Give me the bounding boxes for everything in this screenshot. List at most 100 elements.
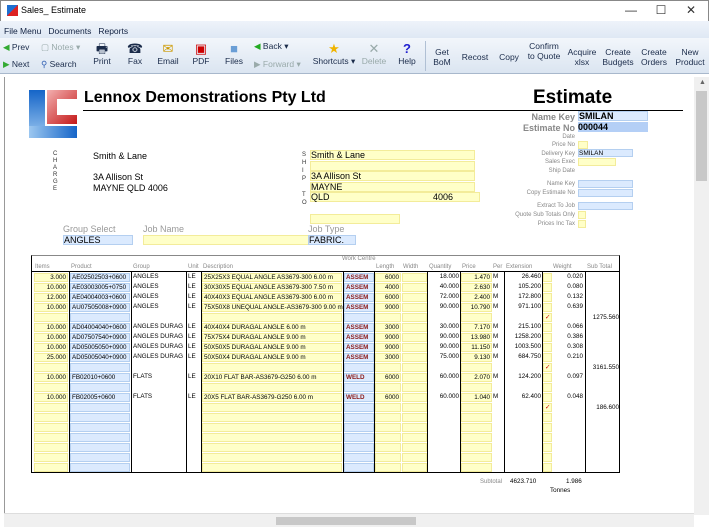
row-checkbox[interactable] — [543, 323, 552, 332]
cell-wc[interactable]: ASSEM — [344, 323, 374, 332]
row-checkbox[interactable] — [543, 373, 552, 382]
cell-items[interactable] — [34, 363, 68, 372]
cell-desc[interactable]: 50X50X5 DURAGAL ANGLE 9.00 m — [202, 343, 342, 352]
ship-line2-field[interactable] — [310, 161, 475, 171]
cell-desc[interactable] — [202, 443, 342, 452]
cell-price[interactable] — [461, 363, 492, 372]
back-button[interactable]: ◀ Back ▾ — [254, 41, 288, 51]
create-orders-button[interactable]: Create Orders — [637, 47, 671, 67]
cell-items[interactable] — [34, 313, 68, 322]
cell-items[interactable]: 10.000 — [34, 373, 68, 382]
row-checkbox[interactable] — [543, 413, 552, 422]
cell-width[interactable] — [402, 303, 427, 312]
cell-items[interactable] — [34, 423, 68, 432]
cell-wc[interactable] — [344, 463, 374, 472]
close-button[interactable]: ✕ — [676, 3, 706, 17]
cell-product[interactable]: FB02010+0600 — [70, 373, 130, 382]
scroll-up-icon[interactable]: ▲ — [699, 79, 706, 86]
cell-desc[interactable] — [202, 423, 342, 432]
cell-desc[interactable] — [202, 413, 342, 422]
prices-inc-tax-checkbox[interactable] — [578, 220, 586, 228]
copy-estimate-field[interactable] — [578, 189, 633, 197]
ship-state-field[interactable]: QLD 4006 — [310, 192, 480, 202]
cell-wc[interactable] — [344, 363, 374, 372]
cell-wc[interactable]: ASSEM — [344, 353, 374, 362]
row-checkbox[interactable] — [543, 333, 552, 342]
cell-length[interactable] — [375, 363, 401, 372]
cell-length[interactable]: 3000 — [375, 353, 401, 362]
menu-file[interactable]: File Menu — [4, 26, 41, 36]
cell-wc[interactable]: ASSEM — [344, 293, 374, 302]
cell-desc[interactable]: 25X25X3 EQUAL ANGLE AS3679-300 6.00 m — [202, 273, 342, 282]
cell-wc[interactable] — [344, 413, 374, 422]
ship-name-field[interactable]: Smith & Lane — [310, 150, 475, 160]
cell-items[interactable] — [34, 453, 68, 462]
pdf-button[interactable]: ▣ PDF — [190, 41, 212, 66]
cell-items[interactable]: 3.000 — [34, 273, 68, 282]
cell-product[interactable] — [70, 413, 130, 422]
cell-length[interactable] — [375, 403, 401, 412]
cell-price[interactable]: 1.040 — [461, 393, 492, 402]
row-checkbox[interactable] — [543, 283, 552, 292]
print-button[interactable]: 🖶 Print — [90, 41, 114, 66]
cell-product[interactable]: AE02502503+0600 — [70, 273, 130, 282]
cell-items[interactable]: 10.000 — [34, 343, 68, 352]
cell-length[interactable] — [375, 423, 401, 432]
cell-wc[interactable] — [344, 403, 374, 412]
cell-product[interactable]: AE03003005+0750 — [70, 283, 130, 292]
files-button[interactable]: ■ Files — [222, 41, 246, 66]
cell-desc[interactable]: 75X50X8 UNEQUAL ANGLE-AS3679-300 9.00 m — [202, 303, 343, 312]
horizontal-scrollbar[interactable] — [4, 513, 694, 527]
row-checkbox[interactable] — [543, 443, 552, 452]
cell-price[interactable]: 9.130 — [461, 353, 492, 362]
cell-width[interactable] — [402, 393, 427, 402]
cell-price[interactable] — [461, 443, 492, 452]
cell-product[interactable]: AU07505008+0900 — [70, 303, 130, 312]
cell-product[interactable] — [70, 363, 130, 372]
new-product-button[interactable]: New Product — [673, 47, 707, 67]
cell-desc[interactable]: 50X50X4 DURAGAL ANGLE 9.00 m — [202, 353, 342, 362]
cell-product[interactable] — [70, 383, 130, 392]
cell-wc[interactable]: ASSEM — [344, 333, 374, 342]
cell-price[interactable] — [461, 413, 492, 422]
quote-sub-totals-checkbox[interactable] — [578, 211, 586, 219]
cell-wc[interactable]: WELD — [344, 373, 374, 382]
price-no-field[interactable] — [578, 141, 588, 149]
prev-button[interactable]: ◀ Prev — [3, 42, 29, 52]
cell-length[interactable]: 6000 — [375, 273, 401, 282]
cell-width[interactable] — [402, 363, 427, 372]
job-type-field[interactable]: FABRIC. — [308, 235, 356, 245]
cell-wc[interactable] — [344, 433, 374, 442]
cell-wc[interactable] — [344, 423, 374, 432]
cell-items[interactable]: 10.000 — [34, 283, 68, 292]
cell-width[interactable] — [402, 463, 427, 472]
row-checkbox[interactable] — [543, 293, 552, 302]
cell-price[interactable]: 2.400 — [461, 293, 492, 302]
subtotal-check-icon[interactable]: ✓ — [543, 313, 552, 322]
cell-wc[interactable]: WELD — [344, 393, 374, 402]
subtotal-check-icon[interactable]: ✓ — [543, 403, 552, 412]
cell-desc[interactable] — [202, 433, 342, 442]
cell-length[interactable]: 6000 — [375, 293, 401, 302]
cell-price[interactable]: 2.630 — [461, 283, 492, 292]
cell-product[interactable] — [70, 403, 130, 412]
cell-items[interactable]: 10.000 — [34, 303, 68, 312]
ship-extra-field[interactable] — [310, 214, 400, 224]
cell-width[interactable] — [402, 343, 427, 352]
cell-price[interactable] — [461, 463, 492, 472]
create-budgets-button[interactable]: Create Budgets — [602, 47, 634, 67]
cell-desc[interactable] — [202, 403, 342, 412]
vertical-scrollbar[interactable]: ▲ — [694, 77, 709, 515]
cell-length[interactable]: 4000 — [375, 283, 401, 292]
cell-length[interactable]: 9000 — [375, 343, 401, 352]
shortcuts-button[interactable]: ★ Shortcuts ▾ — [310, 41, 358, 66]
row-checkbox[interactable] — [543, 353, 552, 362]
cell-product[interactable] — [70, 313, 130, 322]
cell-wc[interactable]: ASSEM — [344, 283, 374, 292]
group-select-field[interactable]: ANGLES — [63, 235, 133, 245]
cell-product[interactable] — [70, 423, 130, 432]
cell-length[interactable]: 3000 — [375, 323, 401, 332]
cell-width[interactable] — [402, 273, 427, 282]
ship-city-field[interactable]: MAYNE — [310, 182, 475, 192]
cell-product[interactable] — [70, 453, 130, 462]
